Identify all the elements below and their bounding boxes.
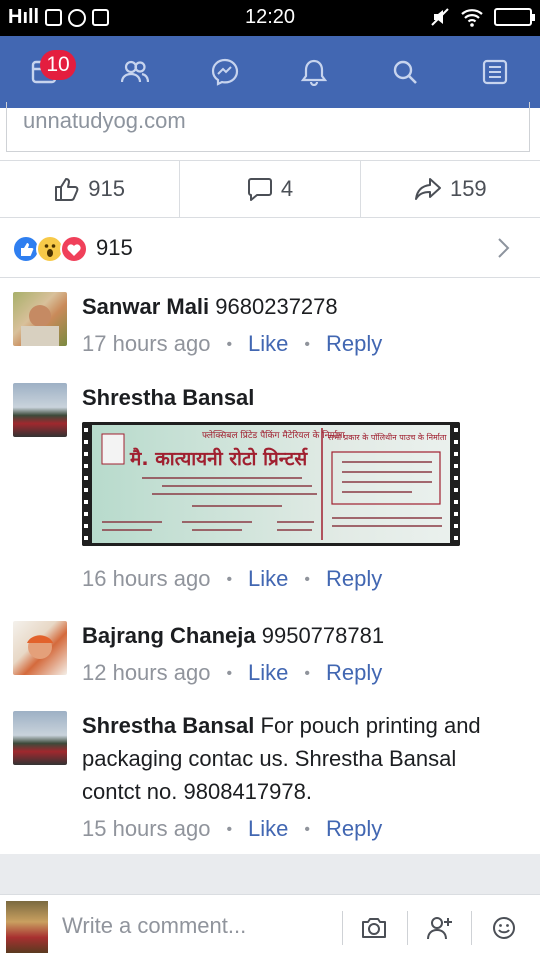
comment-text-line: Shrestha Bansal For pouch printing and p… bbox=[82, 709, 520, 808]
comment-meta: 16 hours ago • Like • Reply bbox=[82, 562, 520, 598]
camera-icon[interactable] bbox=[359, 913, 389, 943]
card-business-name: मै. कात्यायनी रोटो प्रिन्टर्स bbox=[129, 447, 308, 470]
comment-reply-button[interactable]: Reply bbox=[326, 331, 382, 356]
emoji-icon[interactable] bbox=[489, 913, 519, 943]
separator-dot: • bbox=[226, 336, 233, 353]
comment-body: Sanwar Mali 9680237278 17 hours ago • Like… bbox=[82, 290, 520, 363]
notification-count-badge: 10 bbox=[40, 50, 76, 80]
reactions-summary[interactable]: 915 bbox=[0, 218, 540, 278]
separator-dot: • bbox=[226, 571, 233, 588]
friends-icon[interactable] bbox=[119, 56, 151, 88]
comment-author[interactable]: Sanwar Mali bbox=[82, 294, 209, 319]
battery-icon bbox=[494, 8, 535, 26]
comment-body: Shrestha Bansal फ्लेक्सिबल प्रिंटेड पैकि… bbox=[82, 381, 520, 598]
comment-count: 4 bbox=[280, 176, 294, 201]
status-right bbox=[430, 7, 535, 27]
comment-meta: 17 hours ago • Like • Reply bbox=[82, 327, 520, 363]
comment-meta: 15 hours ago • Like • Reply bbox=[82, 812, 520, 848]
post-actions-bar: 915 4 159 bbox=[0, 160, 540, 218]
chevron-right-icon bbox=[498, 238, 510, 258]
separator-dot: • bbox=[226, 821, 233, 838]
business-card-image: फ्लेक्सिबल प्रिंटेड पैकिंग मैटेरियल के न… bbox=[82, 422, 460, 546]
comment-text: 9950778781 bbox=[261, 623, 385, 648]
comment-time: 12 hours ago bbox=[82, 660, 211, 685]
comment-time: 17 hours ago bbox=[82, 331, 211, 356]
comment-body: Bajrang Chaneja 9950778781 12 hours ago •… bbox=[82, 619, 520, 692]
reaction-count: 915 bbox=[96, 235, 133, 260]
like-button[interactable]: 915 bbox=[0, 161, 181, 217]
comment-icon bbox=[247, 178, 272, 201]
comment-like-button[interactable]: Like bbox=[248, 566, 288, 591]
card-heading-left: फ्लेक्सिबल प्रिंटेड पैकिंग मैटेरियल के न… bbox=[202, 429, 345, 441]
comment-author[interactable]: Bajrang Chaneja bbox=[82, 623, 256, 648]
thumbs-up-icon bbox=[55, 178, 79, 201]
comment-author[interactable]: Shrestha Bansal bbox=[82, 713, 254, 738]
separator-dot: • bbox=[304, 336, 311, 353]
like-count: 915 bbox=[88, 176, 126, 201]
search-icon[interactable] bbox=[389, 56, 421, 88]
comment-composer: Write a comment... bbox=[0, 894, 540, 960]
status-bar: Hıll 12:20 bbox=[0, 0, 540, 36]
comment-text-line: Shrestha Bansal bbox=[82, 381, 520, 414]
messenger-icon[interactable] bbox=[209, 56, 241, 88]
comment-reply-button[interactable]: Reply bbox=[326, 660, 382, 685]
comment-text: 9680237278 bbox=[215, 294, 338, 319]
comment-author[interactable]: Shrestha Bansal bbox=[82, 385, 254, 410]
avatar[interactable] bbox=[13, 292, 67, 346]
share-icon bbox=[414, 178, 441, 200]
top-nav-bar: 10 bbox=[0, 36, 540, 108]
comment-time: 16 hours ago bbox=[82, 566, 211, 591]
comment-button[interactable]: 4 bbox=[180, 161, 361, 217]
card-heading-right: सभी प्रकार के पॉलिथीन पाउच के निर्माता bbox=[328, 432, 447, 442]
comment-like-button[interactable]: Like bbox=[248, 660, 288, 685]
comment-meta: 12 hours ago • Like • Reply bbox=[82, 656, 520, 692]
section-gap bbox=[0, 854, 540, 894]
separator-dot: • bbox=[304, 571, 311, 588]
my-avatar bbox=[6, 901, 48, 953]
share-count: 159 bbox=[449, 176, 487, 201]
wifi-icon bbox=[461, 9, 483, 27]
separator-dot: • bbox=[226, 665, 233, 682]
link-domain: unnatudyog.com bbox=[23, 108, 186, 133]
separator-dot: • bbox=[304, 821, 311, 838]
separator-dot: • bbox=[304, 665, 311, 682]
notifications-icon[interactable] bbox=[298, 56, 330, 88]
mute-icon bbox=[431, 8, 449, 26]
divider bbox=[471, 911, 472, 945]
menu-icon[interactable] bbox=[479, 56, 511, 88]
reaction-icons bbox=[12, 235, 92, 263]
comment-reply-button[interactable]: Reply bbox=[326, 816, 382, 841]
tag-friend-icon[interactable] bbox=[425, 913, 455, 943]
divider bbox=[342, 911, 343, 945]
comment-text-line: Sanwar Mali 9680237278 bbox=[82, 290, 520, 323]
comment-like-button[interactable]: Like bbox=[248, 816, 288, 841]
comment-body: Shrestha Bansal For pouch printing and p… bbox=[82, 709, 520, 848]
avatar[interactable] bbox=[13, 621, 67, 675]
divider bbox=[407, 911, 408, 945]
avatar[interactable] bbox=[13, 383, 67, 437]
share-button[interactable]: 159 bbox=[361, 161, 540, 217]
comment-like-button[interactable]: Like bbox=[248, 331, 288, 356]
comment-reply-button[interactable]: Reply bbox=[326, 566, 382, 591]
link-preview-card[interactable]: unnatudyog.com bbox=[6, 102, 530, 152]
comment-image[interactable]: फ्लेक्सिबल प्रिंटेड पैकिंग मैटेरियल के न… bbox=[82, 422, 460, 546]
comment-input[interactable]: Write a comment... bbox=[62, 913, 246, 939]
love-reaction-icon bbox=[60, 235, 88, 263]
comment-time: 15 hours ago bbox=[82, 816, 211, 841]
comment-text-line: Bajrang Chaneja 9950778781 bbox=[82, 619, 520, 652]
avatar[interactable] bbox=[13, 711, 67, 765]
